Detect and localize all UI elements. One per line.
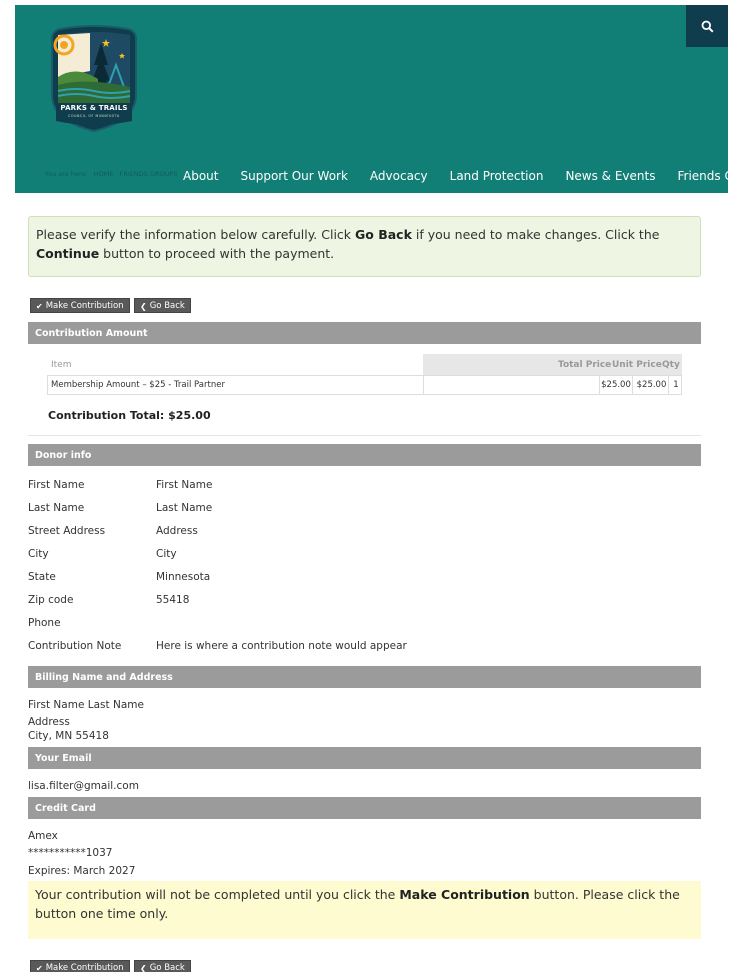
card-number: ***********1037 — [28, 847, 113, 859]
billing-name: First Name Last Name — [28, 699, 144, 711]
cell-qty: 1 — [673, 380, 679, 390]
credit-card-heading: Credit Card — [28, 797, 701, 819]
check-icon: ✔ — [36, 301, 43, 311]
field-label: City — [28, 548, 49, 560]
make-contribution-button[interactable]: ✔ Make Contribution — [30, 298, 130, 313]
card-type: Amex — [28, 830, 58, 842]
main-nav: About Support Our Work Advocacy Land Pro… — [183, 169, 731, 183]
col-item: Item — [51, 360, 72, 370]
final-notice: Your contribution will not be completed … — [28, 881, 701, 939]
cell-item: Membership Amount – $25 - Trail Partner — [51, 376, 424, 394]
chevron-left-icon: ❮ — [140, 963, 147, 972]
field-label: First Name — [28, 479, 85, 491]
verify-text-1: Please verify the information below care… — [36, 227, 356, 242]
col-unit-price: Unit Price — [612, 360, 662, 370]
breadcrumb-friends[interactable]: FRIENDS GROUPS — [120, 170, 178, 178]
make-contribution-button-bottom[interactable]: ✔ Make Contribution — [30, 960, 130, 972]
field-label: Contribution Note — [28, 640, 122, 652]
verify-text-3: button to proceed with the payment. — [99, 246, 335, 261]
final-text-1: Your contribution will not be completed … — [35, 887, 400, 902]
verify-continue-emphasis: Continue — [36, 246, 100, 261]
cell-total: $25.00 — [599, 376, 633, 394]
email-heading: Your Email — [28, 747, 701, 769]
logo-title: PARKS & TRAILS — [60, 104, 128, 112]
col-total-price: Total Price — [558, 360, 612, 370]
field-label: Zip code — [28, 594, 74, 606]
verify-notice: Please verify the information below care… — [28, 216, 701, 277]
go-back-label: Go Back — [149, 301, 185, 311]
col-qty: Qty — [662, 360, 680, 370]
go-back-button[interactable]: ❮ Go Back — [134, 298, 191, 313]
divider — [28, 435, 701, 436]
breadcrumb: You are here: HOME FRIENDS GROUPS — [45, 170, 181, 178]
nav-advocacy[interactable]: Advocacy — [370, 169, 428, 183]
field-value: Here is where a contribution note would … — [156, 640, 407, 652]
card-expires: Expires: March 2027 — [28, 865, 136, 877]
contribution-amount-heading: Contribution Amount — [28, 322, 701, 344]
search-icon — [701, 20, 714, 33]
field-label: Last Name — [28, 502, 85, 514]
items-table-header: Item Total Price Unit Price Qty — [48, 354, 682, 375]
field-value: First Name — [156, 479, 213, 491]
verify-text-2: if you need to make changes. Click the — [411, 227, 660, 242]
field-label: Phone — [28, 617, 61, 629]
nav-land-protection[interactable]: Land Protection — [450, 169, 544, 183]
cell-unit: $25.00 — [635, 376, 669, 394]
logo-subtitle: COUNCIL OF MINNESOTA — [68, 114, 120, 118]
nav-friends-groups[interactable]: Friends Groups — [677, 169, 731, 183]
chevron-left-icon: ❮ — [140, 301, 147, 311]
email-value: lisa.filter@gmail.com — [28, 780, 139, 792]
billing-heading: Billing Name and Address — [28, 666, 701, 688]
breadcrumb-home[interactable]: HOME — [94, 170, 114, 178]
field-value: Last Name — [156, 502, 213, 514]
table-row: Membership Amount – $25 - Trail Partner … — [47, 375, 682, 395]
billing-city: City, MN 55418 — [28, 730, 109, 742]
final-make-contribution-emphasis: Make Contribution — [399, 887, 530, 902]
make-contribution-label: Make Contribution — [45, 301, 124, 311]
go-back-label: Go Back — [149, 963, 185, 972]
breadcrumb-prefix: You are here: — [45, 170, 88, 178]
nav-support[interactable]: Support Our Work — [240, 169, 347, 183]
go-back-button-bottom[interactable]: ❮ Go Back — [134, 960, 191, 972]
field-value: 55418 — [156, 594, 190, 606]
verify-go-back-emphasis: Go Back — [355, 227, 412, 242]
donor-info-heading: Donor info — [28, 444, 701, 466]
contribution-total: Contribution Total: $25.00 — [48, 409, 211, 422]
field-label: Street Address — [28, 525, 106, 537]
make-contribution-label: Make Contribution — [45, 963, 124, 972]
check-icon: ✔ — [36, 963, 43, 972]
nav-news-events[interactable]: News & Events — [565, 169, 655, 183]
billing-address: Address — [28, 716, 70, 728]
field-label: State — [28, 571, 56, 583]
field-value: Address — [156, 525, 198, 537]
search-button[interactable] — [686, 5, 728, 47]
field-value: Minnesota — [156, 571, 211, 583]
field-value: City — [156, 548, 177, 560]
nav-about[interactable]: About — [183, 169, 218, 183]
